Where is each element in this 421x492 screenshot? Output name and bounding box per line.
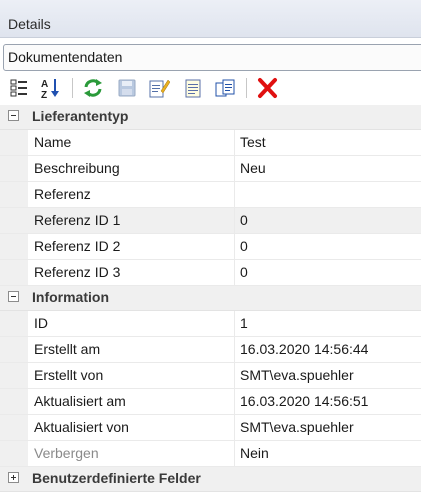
property-name: Beschreibung <box>34 160 120 176</box>
category-label: Lieferantentyp <box>32 108 129 124</box>
property-row[interactable]: Referenz ID 3 0 <box>0 260 421 286</box>
expand-icon[interactable] <box>8 472 19 483</box>
svg-text:A: A <box>41 79 48 90</box>
property-value[interactable]: SMT\eva.spuehler <box>240 419 354 435</box>
property-row[interactable]: Referenz <box>0 182 421 208</box>
category-label: Information <box>32 289 109 305</box>
property-name: Referenz ID 2 <box>34 238 121 254</box>
refresh-icon[interactable] <box>82 77 104 99</box>
property-row[interactable]: Aktualisiert am 16.03.2020 14:56:51 <box>0 389 421 415</box>
property-row[interactable]: Aktualisiert von SMT\eva.spuehler <box>0 415 421 441</box>
property-value[interactable]: 1 <box>240 315 248 331</box>
document-type-dropdown[interactable]: Dokumentendaten <box>3 44 421 71</box>
categorized-icon[interactable] <box>8 77 30 99</box>
property-row[interactable]: Erstellt von SMT\eva.spuehler <box>0 363 421 389</box>
property-name: Erstellt von <box>34 367 104 383</box>
category-label: Benutzerdefinierte Felder <box>32 470 201 486</box>
copy-icon[interactable] <box>214 77 236 99</box>
property-row-selected[interactable]: Referenz ID 1 0 <box>0 208 421 234</box>
property-name: ID <box>34 315 48 331</box>
property-row[interactable]: Referenz ID 2 0 <box>0 234 421 260</box>
property-row[interactable]: ID 1 <box>0 311 421 337</box>
property-name: Aktualisiert von <box>34 419 129 435</box>
property-value[interactable]: 0 <box>240 264 248 280</box>
sort-alphabetical-icon[interactable]: A Z <box>40 77 62 99</box>
save-icon[interactable] <box>116 77 138 99</box>
toolbar-separator <box>72 78 73 98</box>
edit-icon[interactable] <box>148 77 170 99</box>
property-value[interactable]: 16.03.2020 14:56:51 <box>240 393 368 409</box>
collapse-icon[interactable] <box>8 291 19 302</box>
property-value[interactable]: 16.03.2020 14:56:44 <box>240 341 368 357</box>
property-value[interactable]: 0 <box>240 212 248 228</box>
property-value[interactable]: Neu <box>240 160 266 176</box>
collapse-icon[interactable] <box>8 110 19 121</box>
property-name: Erstellt am <box>34 341 101 357</box>
details-header: Details <box>0 0 421 38</box>
toolbar: A Z <box>0 73 421 103</box>
property-row[interactable]: Beschreibung Neu <box>0 156 421 182</box>
delete-icon[interactable] <box>256 77 278 99</box>
property-grid: Lieferantentyp Name Test Beschreibung Ne… <box>0 105 421 492</box>
dropdown-selected-value: Dokumentendaten <box>8 49 123 65</box>
property-name: Referenz ID 1 <box>34 212 121 228</box>
property-row[interactable]: Name Test <box>0 130 421 156</box>
svg-text:Z: Z <box>41 90 47 99</box>
property-row[interactable]: Verbergen Nein <box>0 441 421 467</box>
category-information[interactable]: Information <box>0 286 421 311</box>
property-name: Verbergen <box>34 445 99 461</box>
property-value[interactable]: Test <box>240 134 266 150</box>
property-value[interactable]: SMT\eva.spuehler <box>240 367 354 383</box>
toolbar-separator <box>246 78 247 98</box>
property-name: Referenz <box>34 186 91 202</box>
property-row[interactable]: Erstellt am 16.03.2020 14:56:44 <box>0 337 421 363</box>
panel-title: Details <box>8 16 51 32</box>
property-value[interactable]: Nein <box>240 445 269 461</box>
category-benutzerdefinierte-felder[interactable]: Benutzerdefinierte Felder <box>0 467 421 492</box>
property-name: Referenz ID 3 <box>34 264 121 280</box>
property-value[interactable]: 0 <box>240 238 248 254</box>
category-lieferantentyp[interactable]: Lieferantentyp <box>0 105 421 130</box>
document-icon[interactable] <box>182 77 204 99</box>
property-name: Aktualisiert am <box>34 393 126 409</box>
property-name: Name <box>34 134 72 150</box>
